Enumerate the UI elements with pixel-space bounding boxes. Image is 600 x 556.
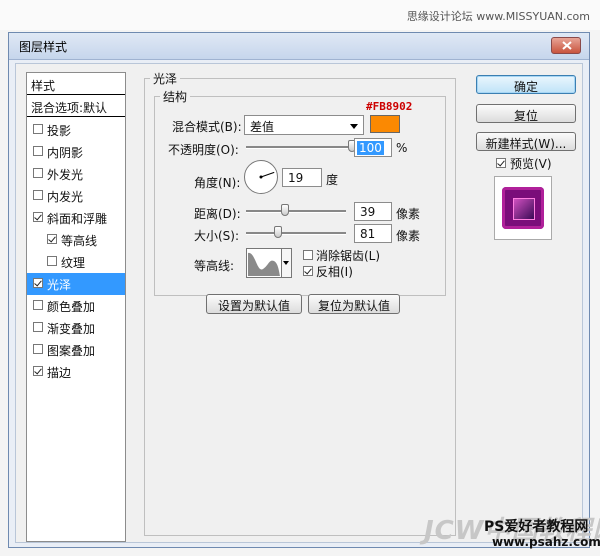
structure-title: 结构 — [160, 88, 191, 105]
style-item-checkbox[interactable] — [33, 190, 43, 200]
style-item-label: 颜色叠加 — [47, 300, 96, 314]
style-item[interactable]: 斜面和浮雕 — [27, 207, 125, 229]
style-item[interactable]: 图案叠加 — [27, 339, 125, 361]
layer-style-dialog: 图层样式 样式 混合选项:默认 投影 内阴影 外发光 内发光 斜面和浮雕 等高线 纹理 光泽颜… — [8, 32, 590, 548]
style-item-checkbox[interactable] — [33, 366, 43, 376]
style-item-label: 描边 — [47, 366, 72, 380]
distance-slider-thumb[interactable] — [281, 204, 289, 216]
style-item[interactable]: 纹理 — [27, 251, 125, 273]
preview-checkbox[interactable] — [496, 158, 506, 168]
size-slider-track[interactable] — [246, 232, 346, 235]
opacity-slider-track[interactable] — [246, 146, 352, 149]
antialias-label: 消除锯齿(L) — [316, 249, 381, 263]
preview-label: 预览(V) — [510, 157, 552, 171]
angle-dial[interactable] — [244, 160, 278, 194]
style-item-label: 光泽 — [47, 278, 72, 292]
dialog-client: 样式 混合选项:默认 投影 内阴影 外发光 内发光 斜面和浮雕 等高线 纹理 光泽 颜色叠加 渐变… — [15, 63, 583, 543]
close-icon — [562, 41, 572, 50]
style-item-label: 外发光 — [47, 168, 84, 182]
style-item[interactable]: 投影 — [27, 119, 125, 141]
opacity-label: 不透明度(O): — [168, 143, 239, 157]
style-item[interactable]: 描边 — [27, 361, 125, 383]
size-label: 大小(S): — [194, 229, 240, 243]
style-item-label: 投影 — [47, 124, 72, 138]
preview-swatch — [502, 187, 544, 229]
style-item-label: 渐变叠加 — [47, 322, 96, 336]
styles-header[interactable]: 样式 — [27, 73, 125, 95]
style-item-checkbox[interactable] — [33, 168, 43, 178]
watermark-ps: PS爱好者教程网 — [484, 519, 589, 535]
style-item[interactable]: 等高线 — [27, 229, 125, 251]
style-item-label: 图案叠加 — [47, 344, 96, 358]
angle-input[interactable]: 19 — [282, 168, 322, 187]
style-item-checkbox[interactable] — [33, 212, 43, 222]
style-item[interactable]: 内发光 — [27, 185, 125, 207]
angle-unit: 度 — [326, 173, 339, 187]
sheen-color-swatch[interactable] — [370, 115, 400, 133]
style-item-checkbox[interactable] — [33, 344, 43, 354]
style-item[interactable]: 内阴影 — [27, 141, 125, 163]
blend-mode-value: 差值 — [250, 120, 275, 134]
reset-default-button[interactable]: 复位为默认值 — [308, 294, 400, 314]
opacity-unit: % — [396, 141, 408, 155]
invert-label: 反相(I) — [316, 265, 353, 279]
watermark-top: 思缘设计论坛 www.MISSYUAN.com — [406, 10, 590, 23]
size-input[interactable]: 81 — [354, 224, 392, 243]
sheen-group-title: 光泽 — [150, 70, 181, 87]
antialias-checkbox[interactable] — [303, 250, 313, 260]
style-item-label: 内阴影 — [47, 146, 84, 160]
contour-preview[interactable] — [246, 248, 282, 278]
browser-top-strip: 思缘设计论坛 www.MISSYUAN.com — [0, 0, 600, 30]
contour-curve-icon — [248, 252, 280, 276]
size-unit: 像素 — [396, 229, 421, 243]
reset-button[interactable]: 复位 — [476, 104, 576, 123]
title-bar: 图层样式 — [9, 33, 589, 60]
ok-button[interactable]: 确定 — [476, 75, 576, 94]
style-item[interactable]: 渐变叠加 — [27, 317, 125, 339]
color-hex-label: #FB8902 — [366, 100, 413, 113]
style-item-label: 纹理 — [61, 256, 86, 270]
style-item-label: 内发光 — [47, 190, 84, 204]
style-item-checkbox[interactable] — [33, 322, 43, 332]
style-item[interactable]: 颜色叠加 — [27, 295, 125, 317]
angle-label: 角度(N): — [194, 176, 241, 190]
style-item-checkbox[interactable] — [33, 278, 43, 288]
style-item-checkbox[interactable] — [33, 146, 43, 156]
distance-label: 距离(D): — [194, 207, 241, 221]
style-item-label: 斜面和浮雕 — [47, 212, 108, 226]
style-item[interactable]: 外发光 — [27, 163, 125, 185]
blend-options-item[interactable]: 混合选项:默认 — [27, 97, 125, 117]
blend-mode-label: 混合模式(B): — [172, 120, 242, 134]
opacity-input[interactable]: 100 — [354, 138, 392, 157]
close-button[interactable] — [551, 37, 581, 54]
style-preview-thumbnail — [494, 176, 552, 240]
new-style-button[interactable]: 新建样式(W)... — [476, 132, 576, 151]
style-item-checkbox[interactable] — [47, 256, 57, 266]
styles-list: 样式 混合选项:默认 投影内阴影外发光内发光斜面和浮雕等高线纹理光泽颜色叠加渐变… — [26, 72, 126, 542]
invert-checkbox[interactable] — [303, 266, 313, 276]
distance-unit: 像素 — [396, 207, 421, 221]
style-item-checkbox[interactable] — [47, 234, 57, 244]
distance-slider-track[interactable] — [246, 210, 346, 213]
set-default-button[interactable]: 设置为默认值 — [206, 294, 302, 314]
dialog-title: 图层样式 — [19, 40, 68, 54]
chevron-down-icon — [350, 124, 358, 129]
angle-dial-needle-icon — [259, 171, 275, 179]
style-item-checkbox[interactable] — [33, 124, 43, 134]
preview-inner-bevel — [513, 198, 535, 220]
distance-input[interactable]: 39 — [354, 202, 392, 221]
watermark-ps-url: www.psahz.com — [492, 535, 600, 549]
style-item[interactable]: 光泽 — [27, 273, 125, 295]
blend-mode-select[interactable]: 差值 — [244, 115, 364, 135]
style-item-checkbox[interactable] — [33, 300, 43, 310]
style-item-label: 等高线 — [61, 234, 98, 248]
size-slider-thumb[interactable] — [274, 226, 282, 238]
contour-dropdown[interactable] — [282, 248, 292, 278]
contour-label: 等高线: — [194, 259, 235, 273]
